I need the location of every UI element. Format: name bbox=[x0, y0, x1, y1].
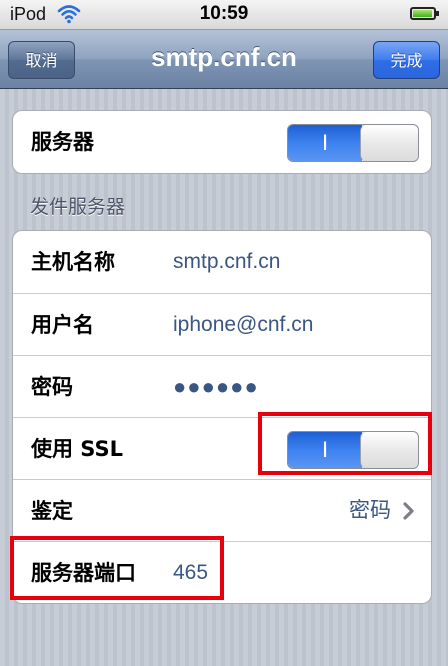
server-port-field[interactable]: 465 bbox=[173, 542, 208, 603]
outgoing-server-group: 主机名称 smtp.cnf.cn 用户名 iphone@cnf.cn 密码 ●●… bbox=[12, 230, 432, 604]
server-switch[interactable]: I bbox=[287, 124, 419, 162]
server-toggle-group: 服务器 I bbox=[12, 110, 432, 174]
cancel-button[interactable]: 取消 bbox=[8, 41, 75, 79]
authentication-row[interactable]: 鉴定 密码 bbox=[13, 479, 431, 541]
done-button[interactable]: 完成 bbox=[373, 41, 440, 79]
host-name-field[interactable]: smtp.cnf.cn bbox=[173, 231, 280, 293]
username-row[interactable]: 用户名 iphone@cnf.cn bbox=[13, 293, 431, 355]
server-label: 服务器 bbox=[31, 130, 94, 154]
outgoing-server-header: 发件服务器 bbox=[30, 196, 126, 218]
status-bar: iPod 10:59 bbox=[0, 0, 448, 30]
server-switch-thumb[interactable] bbox=[360, 125, 418, 161]
use-ssl-switch[interactable]: I bbox=[287, 431, 419, 469]
password-row[interactable]: 密码 ●●●●●● bbox=[13, 355, 431, 417]
clock: 10:59 bbox=[199, 3, 249, 24]
username-label: 用户名 bbox=[31, 313, 94, 337]
use-ssl-switch-on-label: I bbox=[288, 432, 362, 468]
settings-content: 服务器 I 发件服务器 主机名称 smtp.cnf.cn 用户名 iphone@… bbox=[0, 89, 448, 666]
server-switch-on-label: I bbox=[288, 125, 362, 161]
battery-icon bbox=[410, 7, 439, 20]
server-port-label: 服务器端口 bbox=[31, 561, 136, 585]
use-ssl-label: 使用 SSL bbox=[31, 437, 123, 461]
page-title: smtp.cnf.cn bbox=[151, 42, 297, 72]
server-row: 服务器 I bbox=[13, 111, 431, 173]
host-name-label: 主机名称 bbox=[31, 250, 115, 274]
password-label: 密码 bbox=[31, 375, 73, 399]
username-field[interactable]: iphone@cnf.cn bbox=[173, 294, 313, 356]
authentication-value: 密码 bbox=[349, 499, 391, 522]
navigation-bar: 取消 smtp.cnf.cn 完成 bbox=[0, 30, 448, 89]
authentication-label: 鉴定 bbox=[31, 499, 73, 523]
use-ssl-row: 使用 SSL I bbox=[13, 417, 431, 479]
use-ssl-switch-thumb[interactable] bbox=[360, 432, 418, 468]
host-name-row[interactable]: 主机名称 smtp.cnf.cn bbox=[13, 231, 431, 293]
password-field[interactable]: ●●●●●● bbox=[173, 356, 259, 418]
chevron-right-icon bbox=[403, 502, 414, 520]
battery-level bbox=[413, 10, 432, 17]
server-port-row[interactable]: 服务器端口 465 bbox=[13, 541, 431, 603]
